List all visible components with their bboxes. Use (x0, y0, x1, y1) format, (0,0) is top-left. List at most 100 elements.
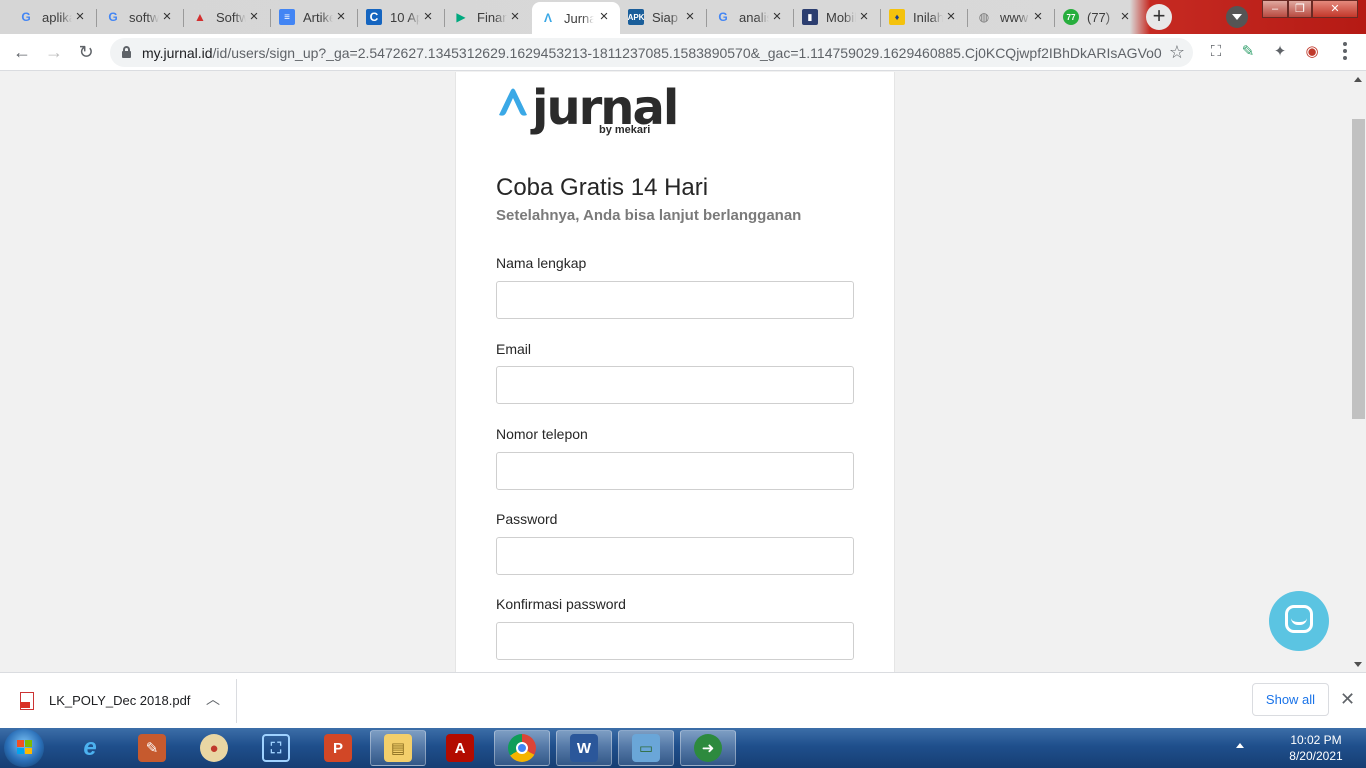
taskbar-app[interactable]: ✎ (124, 730, 180, 766)
url-text[interactable]: my.jurnal.id/id/users/sign_up?_ga=2.5472… (142, 45, 1162, 61)
tray-expand-icon[interactable] (1236, 743, 1244, 748)
vertical-scrollbar[interactable] (1351, 72, 1366, 672)
taskbar-snipping[interactable]: ⛶ (248, 730, 304, 766)
chevron-up-icon[interactable]: ︿ (206, 689, 220, 709)
tab-title: Mobile (826, 9, 856, 25)
app-icon: ✎ (138, 734, 166, 762)
profile-avatar-icon[interactable]: ◉ (1303, 43, 1321, 61)
tab-close-icon[interactable]: × (420, 9, 436, 25)
tab-close-icon[interactable]: × (1030, 9, 1046, 25)
screenshot-extension-icon[interactable]: ⛶ (1207, 43, 1225, 61)
full-name-input[interactable] (496, 281, 854, 319)
tab-title: www (1000, 9, 1029, 25)
tab-title: analisis (739, 9, 769, 25)
system-clock[interactable]: 10:02 PM 8/20/2021 (1276, 732, 1356, 764)
tab-close-icon[interactable]: × (246, 9, 262, 25)
full-name-label: Nama lengkap (496, 255, 587, 271)
url-host: my.jurnal.id (142, 45, 213, 61)
tab-7-active[interactable]: Λ Jurnal × (532, 2, 620, 34)
address-bar[interactable]: my.jurnal.id/id/users/sign_up?_ga=2.5472… (110, 38, 1193, 67)
page-title: Coba Gratis 14 Hari (496, 174, 709, 201)
tab-strip: G aplikasi × G software × ▲ Software × ≡… (0, 0, 1366, 34)
lock-icon (122, 46, 131, 58)
tab-1[interactable]: G aplikasi × (10, 2, 96, 32)
google-g-icon: G (718, 10, 728, 24)
phone-input[interactable] (496, 452, 854, 490)
back-arrow-icon[interactable]: ← (10, 41, 34, 65)
tab-12[interactable]: ◍ www × (968, 2, 1054, 32)
tab-title: Jurnal (564, 10, 594, 26)
phone-label: Nomor telepon (496, 426, 588, 442)
password-input[interactable] (496, 537, 854, 575)
scroll-down-arrow-icon[interactable] (1354, 662, 1362, 667)
taskbar-internet-explorer[interactable]: e (62, 730, 118, 766)
windows-taskbar: e ✎ ● ⛶ P ▤ A W ▭ ➜ 10:02 PM 8/20/2021 (0, 728, 1366, 768)
windows-logo-icon (17, 740, 32, 754)
signup-card: jurnal by mekari Coba Gratis 14 Hari Set… (455, 72, 895, 672)
taskbar-acrobat[interactable]: A (432, 730, 488, 766)
tab-9[interactable]: G analisis × (707, 2, 793, 32)
jurnal-logo[interactable]: jurnal by mekari (496, 82, 679, 142)
google-g-icon: G (108, 10, 118, 24)
download-divider (236, 679, 237, 723)
forward-arrow-icon[interactable]: → (42, 41, 66, 65)
tab-close-icon[interactable]: × (507, 9, 523, 25)
tab-2[interactable]: G software × (97, 2, 183, 32)
clip-extension-icon[interactable]: ✎ (1239, 43, 1257, 61)
badge-icon: ♦ (889, 9, 905, 25)
download-bar: LK_POLY_Dec 2018.pdf ︿ Show all ✕ (0, 672, 1366, 728)
show-all-button[interactable]: Show all (1252, 683, 1329, 716)
docs-icon: ≡ (279, 9, 295, 25)
minimize-button[interactable]: – (1262, 0, 1288, 18)
tab-13[interactable]: 77 (77) × (1055, 2, 1141, 32)
taskbar-word[interactable]: W (556, 730, 612, 766)
tab-title: Inilah (913, 9, 943, 25)
tab-close-icon[interactable]: × (1117, 9, 1133, 25)
window-controls: – ❐ ✕ (1262, 0, 1358, 18)
tab-3[interactable]: ▲ Software × (184, 2, 270, 32)
browser-menu-icon[interactable] (1342, 42, 1348, 62)
bookmark-star-icon[interactable]: ☆ (1169, 42, 1185, 63)
puzzle-extensions-icon[interactable]: ✦ (1271, 43, 1289, 61)
tab-search-icon[interactable] (1226, 6, 1248, 28)
taskbar-powerpoint[interactable]: P (310, 730, 366, 766)
reload-icon[interactable]: ↻ (74, 41, 98, 65)
start-button[interactable] (4, 729, 44, 767)
tab-close-icon[interactable]: × (769, 9, 785, 25)
taskbar-file-explorer[interactable]: ▤ (370, 730, 426, 766)
clock-time: 10:02 PM (1290, 733, 1342, 747)
page-viewport: jurnal by mekari Coba Gratis 14 Hari Set… (0, 72, 1351, 672)
tab-10[interactable]: ▮ Mobile × (794, 2, 880, 32)
tab-6[interactable]: ▶ Finance × (445, 2, 531, 32)
taskbar-photo-viewer[interactable]: ▭ (618, 730, 674, 766)
taskbar-downloader[interactable]: ➜ (680, 730, 736, 766)
tab-close-icon[interactable]: × (159, 9, 175, 25)
maximize-button[interactable]: ❐ (1288, 0, 1312, 18)
download-file-name[interactable]: LK_POLY_Dec 2018.pdf (49, 693, 190, 708)
tab-close-icon[interactable]: × (682, 9, 698, 25)
scroll-up-arrow-icon[interactable] (1354, 77, 1362, 82)
confirm-password-input[interactable] (496, 622, 854, 660)
tab-4[interactable]: ≡ Artikel × (271, 2, 357, 32)
tab-close-icon[interactable]: × (596, 9, 612, 25)
tab-close-icon[interactable]: × (72, 9, 88, 25)
scrollbar-thumb[interactable] (1352, 119, 1365, 419)
powerpoint-icon: P (324, 734, 352, 762)
tab-close-icon[interactable]: × (943, 9, 959, 25)
taskbar-chrome[interactable] (494, 730, 550, 766)
tab-5[interactable]: C 10 Aplikasi × (358, 2, 444, 32)
new-tab-button[interactable]: + (1146, 4, 1172, 30)
tab-close-icon[interactable]: × (856, 9, 872, 25)
tab-8[interactable]: APK Siap × (620, 2, 706, 32)
pdf-file-icon (20, 692, 36, 710)
taskbar-paint[interactable]: ● (186, 730, 242, 766)
tab-title: Finance (477, 9, 507, 25)
close-window-button[interactable]: ✕ (1312, 0, 1358, 18)
tab-11[interactable]: ♦ Inilah × (881, 2, 967, 32)
email-input[interactable] (496, 366, 854, 404)
tab-title: 10 Aplikasi (390, 9, 420, 25)
close-icon[interactable]: ✕ (1340, 689, 1355, 710)
chat-launcher-button[interactable] (1269, 591, 1329, 651)
tab-close-icon[interactable]: × (333, 9, 349, 25)
url-path: /id/users/sign_up?_ga=2.5472627.13453126… (212, 45, 1162, 61)
